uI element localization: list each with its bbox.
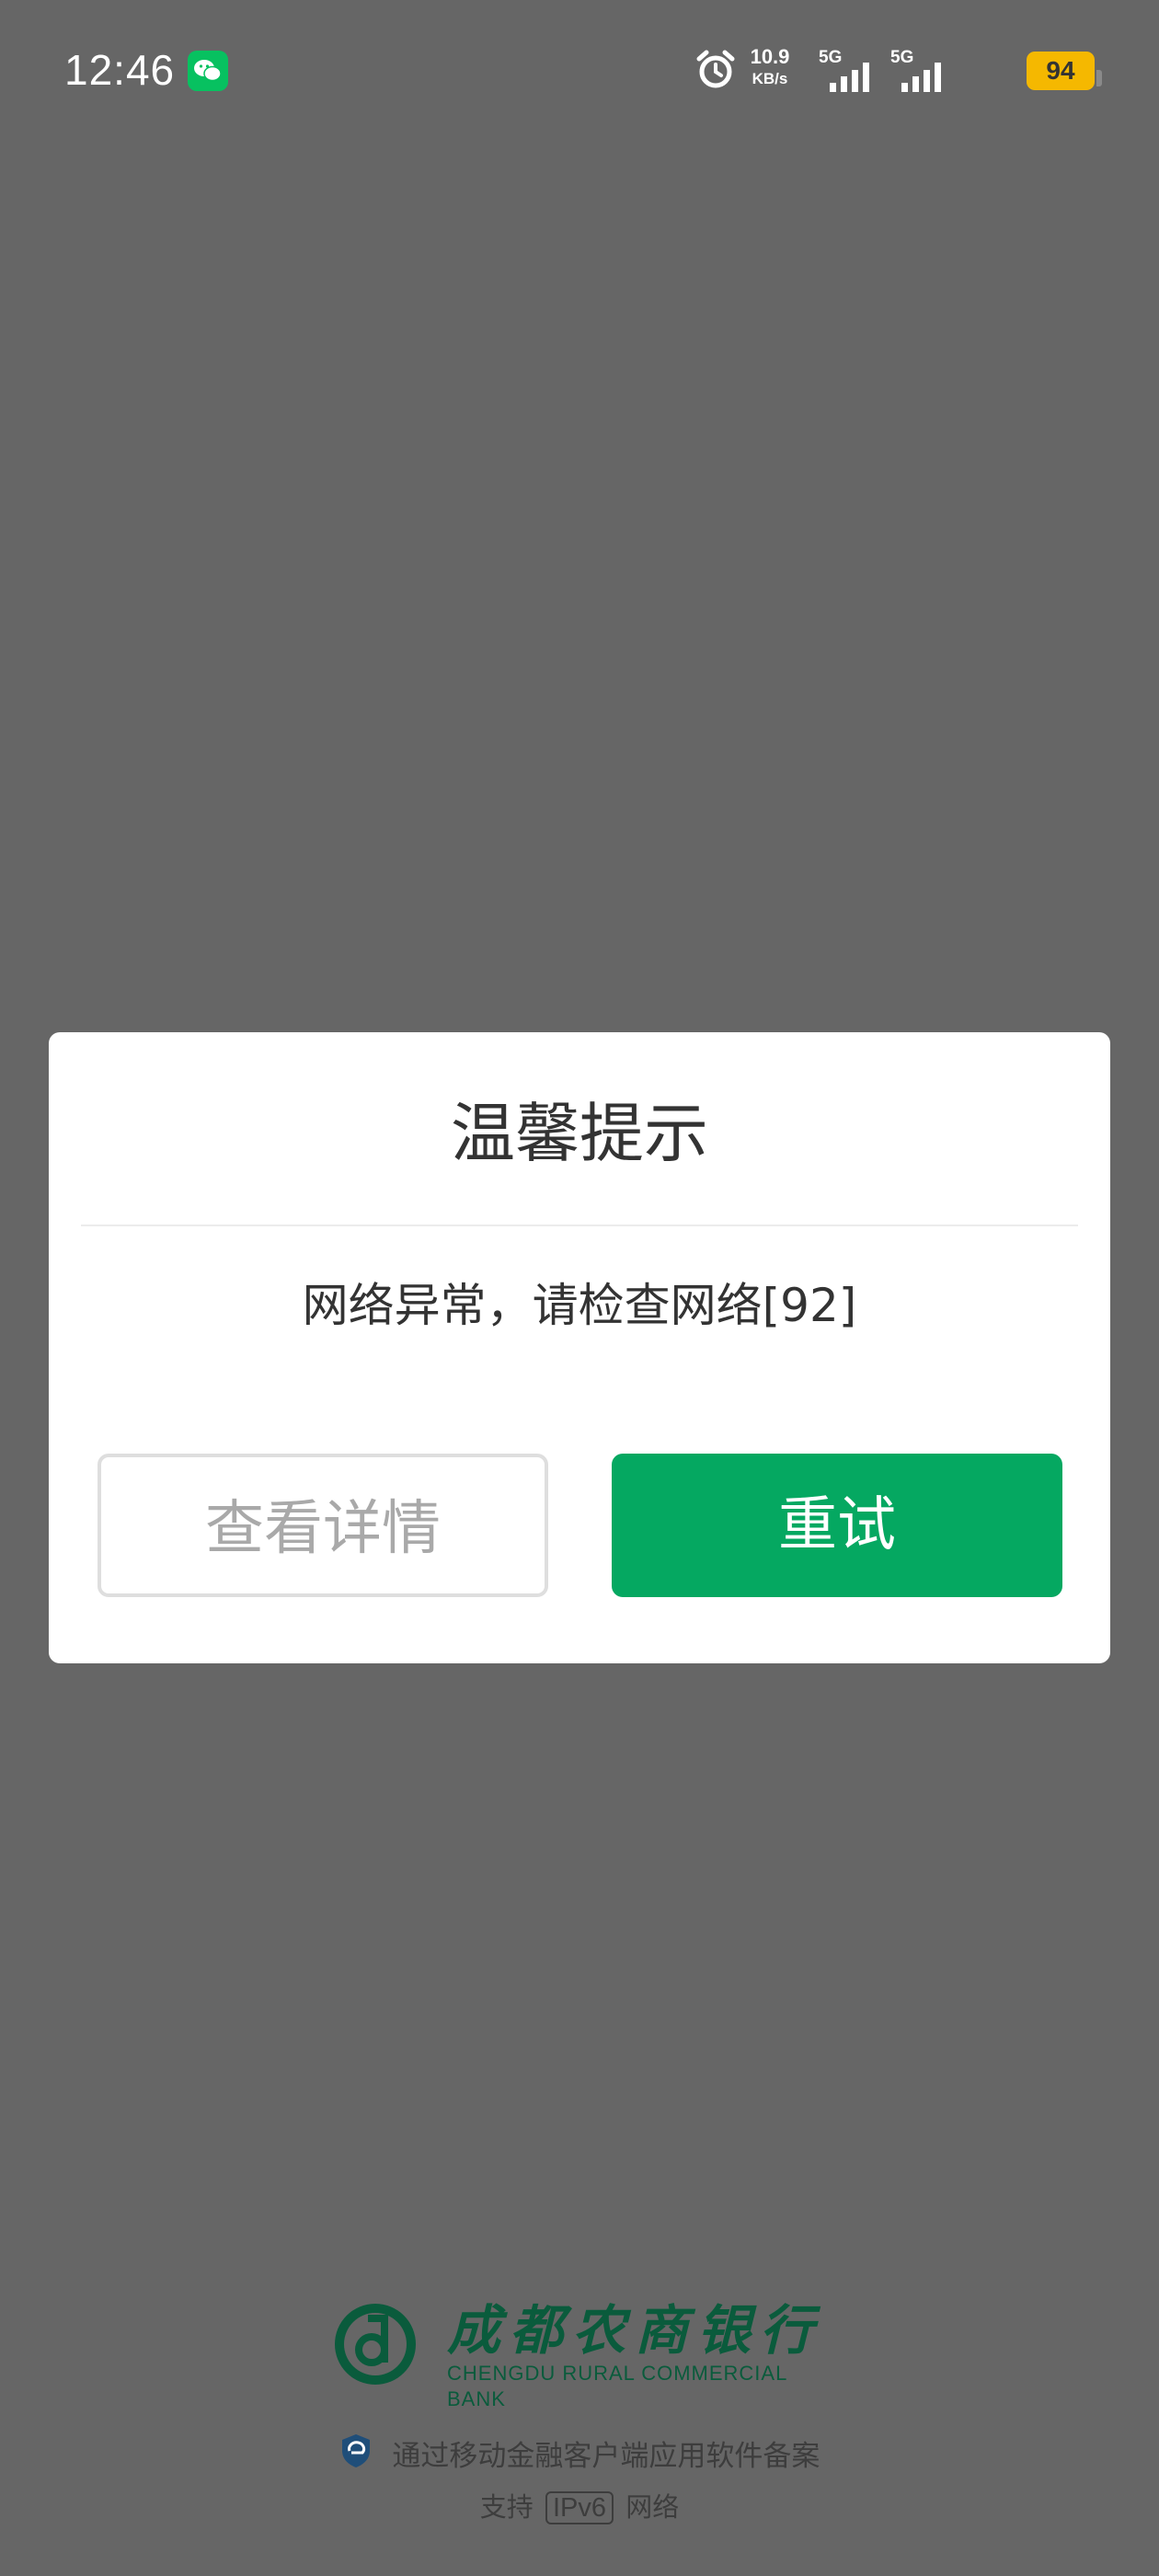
alarm-icon [694,48,738,92]
signal-icon: 5G [819,48,883,94]
dialog-divider [81,1225,1078,1226]
network-speed: 10.9 KB/s [741,46,798,90]
signal-icon: 5G [890,48,955,94]
ipv6-suffix: 网络 [625,2491,680,2523]
bank-name-cn: 成都农商银行 [447,2299,823,2362]
dialog-message: 网络异常，请检查网络[92] [302,1279,857,1332]
retry-button[interactable]: 重试 [612,1454,1062,1597]
ipv6-badge: IPv6 [545,2491,614,2524]
dialog-title: 温馨提示 [451,1096,708,1171]
battery-level: 94 [1046,56,1075,85]
network-speed-value: 10.9 [750,45,790,68]
filing-notice: 通过移动金融客户端应用软件备案 [0,2432,1159,2483]
bank-logo-icon [331,2300,419,2388]
bank-name-en: CHENGDU RURAL COMMERCIAL BANK [447,2362,787,2410]
view-details-button[interactable]: 查看详情 [98,1454,548,1597]
network-speed-unit: KB/s [752,70,788,87]
status-bar: 12:46 10.9 KB/s 5G 5G 94 [0,0,1159,138]
ipv6-notice: 支持 IPv6 网络 [0,2484,1159,2530]
bank-logo: 成都农商银行 CHENGDU RURAL COMMERCIAL BANK [331,2299,828,2410]
shield-icon [339,2432,373,2483]
filing-text: 通过移动金融客户端应用软件备案 [392,2440,820,2473]
status-time: 12:46 [64,46,176,94]
status-indicators: 10.9 KB/s 5G 5G 94 [616,44,1102,99]
ipv6-prefix: 支持 [479,2491,534,2523]
battery-tip [1096,70,1102,86]
alert-dialog: 温馨提示 网络异常，请检查网络[92] 查看详情 重试 [49,1032,1110,1663]
wechat-icon [188,51,228,91]
battery-icon: 94 [1027,52,1102,90]
